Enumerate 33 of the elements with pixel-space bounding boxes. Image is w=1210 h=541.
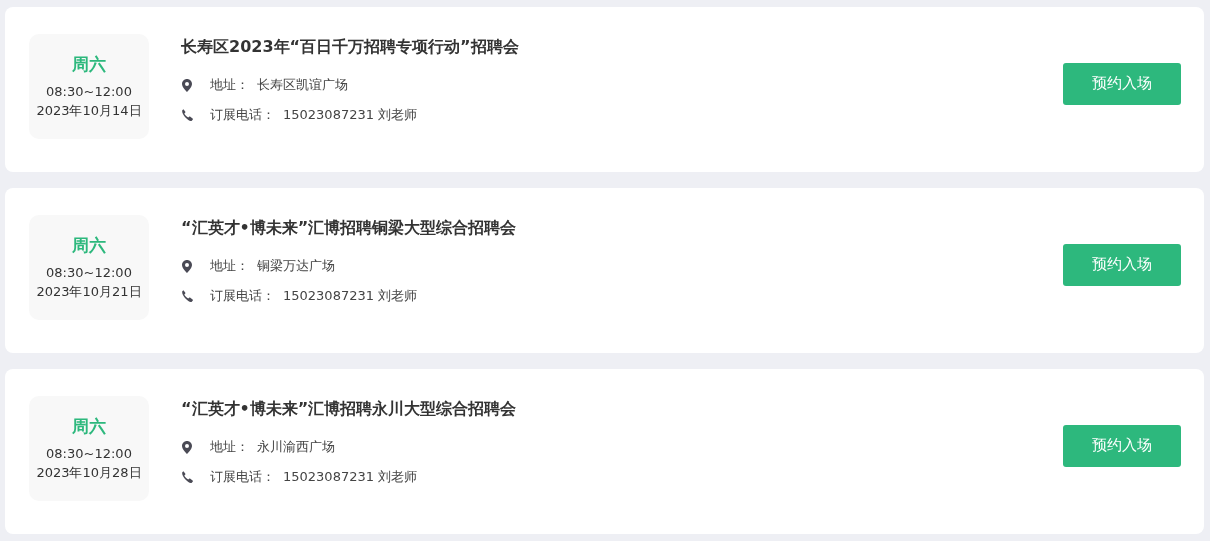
phone-text: 15023087231 刘老师 [283,468,418,486]
reserve-button[interactable]: 预约入场 [1063,62,1181,105]
time-text: 08:30~12:00 [46,264,132,282]
fair-title: “汇英才•博未来”汇博招聘铜梁大型综合招聘会 [181,218,518,239]
address-label: 地址： [210,438,249,456]
weekday-text: 周六 [72,415,106,438]
reserve-button[interactable]: 预约入场 [1063,424,1181,467]
phone-text: 15023087231 刘老师 [283,287,418,305]
date-text: 2023年10月28日 [36,464,142,482]
weekday-text: 周六 [72,234,106,257]
address-text: 永川渝西广场 [257,438,335,456]
date-text: 2023年10月14日 [36,102,142,120]
fair-title: “汇英才•博未来”汇博招聘永川大型综合招聘会 [181,399,518,420]
weekday-text: 周六 [72,53,106,76]
location-pin-icon [181,259,193,273]
fair-title: 长寿区2023年“百日千万招聘专项行动”招聘会 [181,37,520,58]
phone-icon [181,471,193,483]
phone-label: 订展电话： [210,468,275,486]
address-text: 铜梁万达广场 [257,257,335,275]
phone-text: 15023087231 刘老师 [283,106,418,124]
date-text: 2023年10月21日 [36,283,142,301]
phone-icon [181,290,193,302]
address-label: 地址： [210,257,249,275]
time-text: 08:30~12:00 [46,445,132,463]
location-pin-icon [181,78,193,92]
reserve-button[interactable]: 预约入场 [1063,243,1181,286]
phone-label: 订展电话： [210,287,275,305]
phone-label: 订展电话： [210,106,275,124]
location-pin-icon [181,440,193,454]
time-text: 08:30~12:00 [46,83,132,101]
address-text: 长寿区凯谊广场 [257,76,348,94]
address-label: 地址： [210,76,249,94]
phone-icon [181,109,193,121]
